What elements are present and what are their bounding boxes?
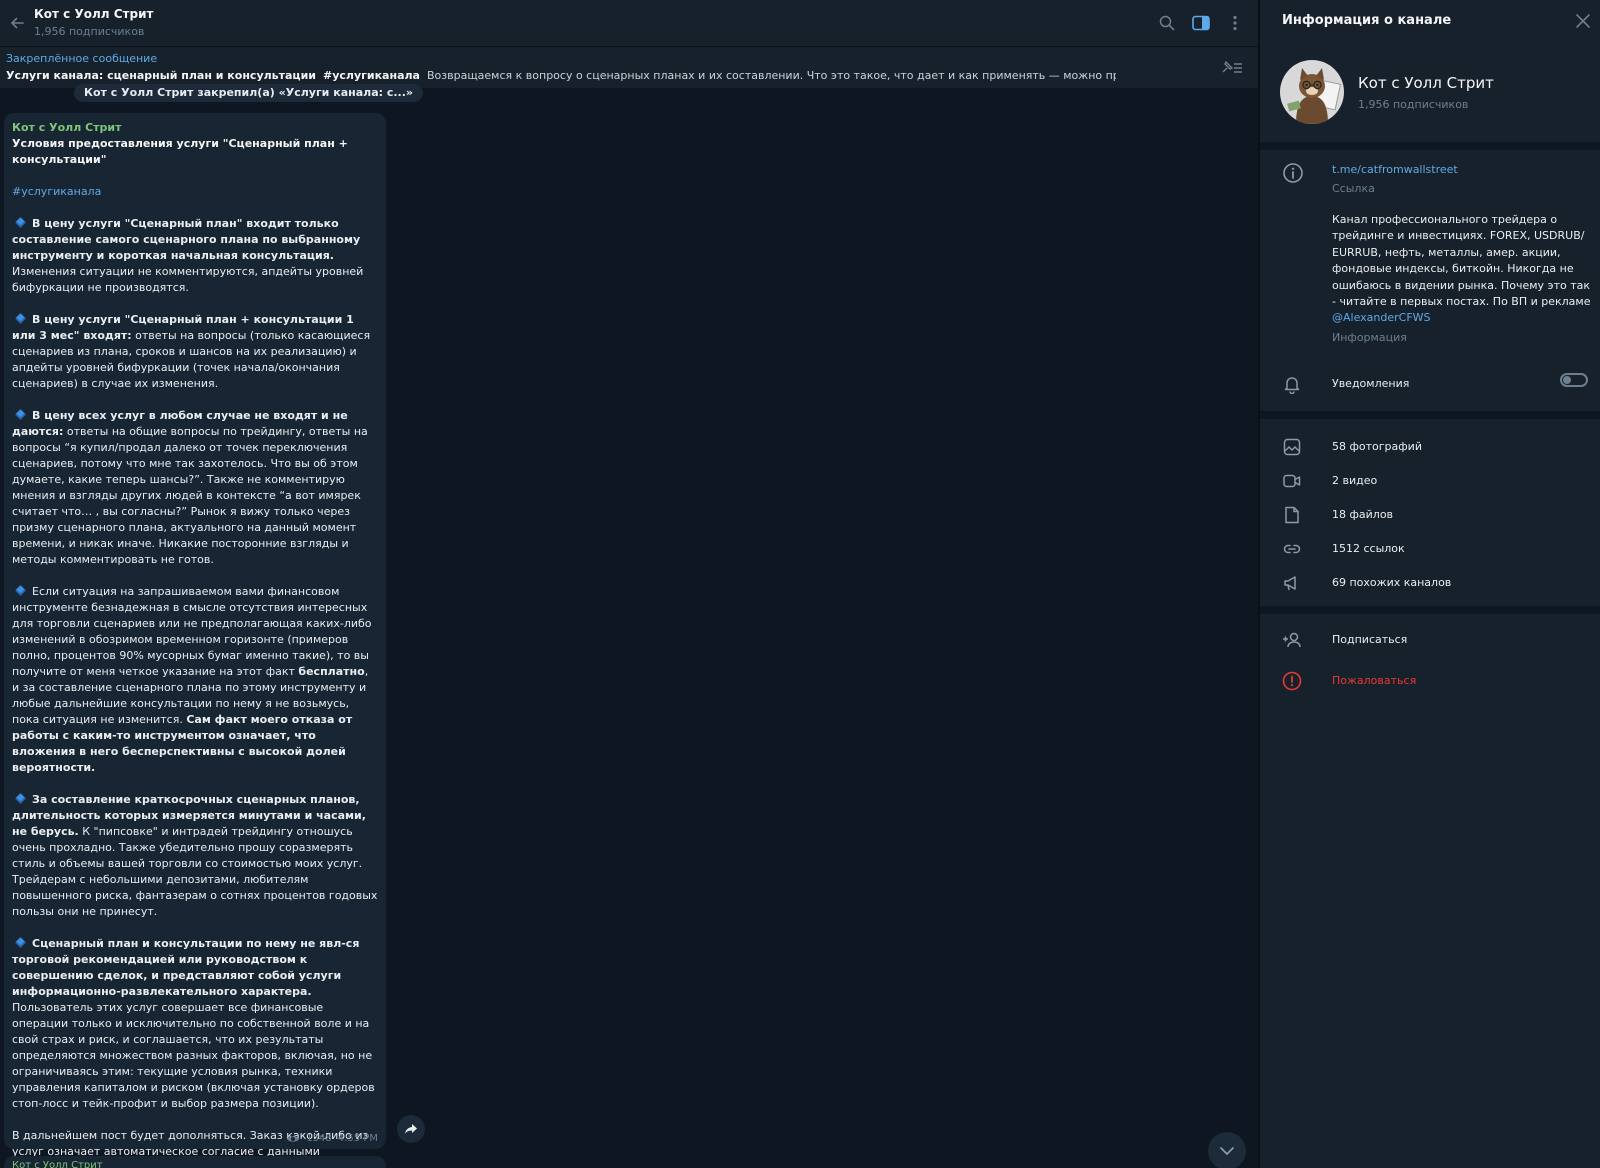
avatar[interactable]: [1280, 60, 1344, 124]
search-icon: [1159, 15, 1175, 31]
blue-diamond-icon: [15, 937, 26, 948]
description-mention[interactable]: @AlexanderCFWS: [1332, 311, 1431, 324]
panel-title: Информация о канале: [1282, 13, 1452, 28]
channel-description: Канал профессионального трейдера о трейд…: [1332, 212, 1592, 327]
notifications-row[interactable]: Уведомления: [1260, 371, 1600, 405]
next-message-bubble[interactable]: Кот с Уолл Стрит: [4, 1156, 386, 1168]
message-time: 4:55 PM: [337, 1133, 378, 1144]
message-paragraph: В цену всех услуг в любом случае не вход…: [12, 409, 368, 566]
pinned-list-button[interactable]: [1220, 58, 1244, 78]
more-vertical-icon: [1233, 15, 1237, 31]
subscribe-label: Подписаться: [1332, 633, 1408, 646]
description-text: Канал профессионального трейдера о трейд…: [1332, 213, 1591, 309]
section-separator: [1260, 606, 1600, 614]
media-label: 58 фотографий: [1332, 440, 1422, 453]
media-label: 18 файлов: [1332, 508, 1394, 521]
media-row-photos[interactable]: 58 фотографий: [1260, 430, 1600, 464]
media-label: 2 видео: [1332, 474, 1378, 487]
arrow-left-icon: [10, 17, 24, 29]
pinned-hashtag: #услугиканала: [323, 69, 420, 82]
more-button[interactable]: [1222, 10, 1248, 36]
media-label: 69 похожих каналов: [1332, 576, 1452, 589]
media-row-files[interactable]: 18 файлов: [1260, 498, 1600, 532]
info-label: Информация: [1332, 331, 1407, 344]
blue-diamond-icon: [15, 313, 26, 324]
message-paragraph: Если ситуация на запрашиваемом вами фина…: [12, 585, 372, 774]
message-author[interactable]: Кот с Уолл Стрит: [12, 120, 378, 136]
blue-diamond-icon: [15, 585, 26, 596]
chat-subtitle: 1,956 подписчиков: [34, 25, 145, 38]
service-message[interactable]: Кот с Уолл Стрит закрепил(а) «Услуги кан…: [74, 84, 424, 102]
chat-area: Кот с Уолл Стрит 1,956 подписчиков Закре…: [0, 0, 1258, 1168]
message-body: #услугиканала В цену услуги "Сценарный п…: [12, 184, 378, 1168]
telegram-window: Кот с Уолл Стрит 1,956 подписчиков Закре…: [0, 0, 1600, 1168]
media-row-videos[interactable]: 2 видео: [1260, 464, 1600, 498]
back-button[interactable]: [2, 3, 32, 43]
message-hashtag[interactable]: #услугиканала: [12, 185, 101, 198]
file-icon: [1285, 506, 1299, 524]
report-row[interactable]: Пожаловаться: [1260, 664, 1600, 698]
notifications-toggle[interactable]: [1560, 373, 1588, 387]
message-paragraph: Сценарный план и консультации по нему не…: [12, 937, 375, 1110]
channel-name: Кот с Уолл Стрит: [1358, 74, 1494, 92]
message-meta: 1548 4:55 PM: [286, 1133, 378, 1144]
toggle-knob: [1563, 376, 1571, 384]
chat-header: Кот с Уолл Стрит 1,956 подписчиков: [0, 0, 1258, 46]
share-arrow-icon: [405, 1124, 417, 1134]
chat-title-block[interactable]: Кот с Уолл Стрит 1,956 подписчиков: [34, 6, 153, 40]
report-label: Пожаловаться: [1332, 674, 1417, 687]
forward-button[interactable]: [397, 1115, 425, 1143]
chat-title: Кот с Уолл Стрит: [34, 7, 154, 21]
blue-diamond-icon: [15, 217, 26, 228]
video-icon: [1283, 474, 1301, 488]
blue-diamond-icon: [15, 409, 26, 420]
scroll-down-button[interactable]: [1208, 1132, 1246, 1168]
pinned-title: Услуги канала: сценарный план и консульт…: [6, 69, 316, 82]
photo-icon: [1283, 438, 1301, 456]
cat-avatar-icon: [1280, 60, 1344, 124]
eye-icon: [287, 1135, 300, 1142]
pinned-message-bar[interactable]: Закреплённое сообщение Услуги канала: сц…: [0, 46, 1258, 88]
close-panel-button[interactable]: [1574, 12, 1592, 30]
pinned-label: Закреплённое сообщение: [6, 52, 158, 65]
header-actions: [1154, 10, 1248, 36]
channel-subscribers: 1,956 подписчиков: [1358, 98, 1469, 111]
next-message-author: Кот с Уолл Стрит: [12, 1160, 103, 1168]
pinned-preview-text: Возвращаемся к вопросу о сценарных плана…: [426, 69, 1116, 82]
pin-list-icon: [1222, 60, 1242, 73]
media-row-links[interactable]: 1512 ссылок: [1260, 532, 1600, 566]
link-label: Ссылка: [1332, 182, 1375, 195]
panel-header: Информация о канале: [1260, 0, 1600, 42]
message-bubble[interactable]: Кот с Уолл Стрит Условия предоставления …: [4, 113, 386, 1168]
link-icon: [1283, 544, 1301, 554]
sidebar-icon: [1192, 15, 1210, 31]
chevron-down-icon: [1220, 1147, 1234, 1156]
add-user-icon: [1283, 632, 1301, 648]
message-paragraph: За составление краткосрочных сценарных п…: [12, 793, 378, 918]
close-icon: [1576, 14, 1590, 28]
search-button[interactable]: [1154, 10, 1180, 36]
report-icon: [1282, 671, 1302, 691]
subscribe-row[interactable]: Подписаться: [1260, 623, 1600, 657]
channel-profile: Кот с Уолл Стрит 1,956 подписчиков: [1260, 52, 1600, 142]
pinned-preview: Услуги канала: сценарный план и консульт…: [6, 69, 1116, 83]
message-views: 1548: [306, 1133, 332, 1144]
message-title: Условия предоставления услуги "Сценарный…: [12, 137, 348, 166]
channel-info-panel: Информация о канале Кот с Уолл Стрит 1,9…: [1260, 0, 1600, 1168]
message-paragraph: В цену услуги "Сценарный план" входит то…: [12, 217, 364, 294]
info-icon: [1283, 163, 1303, 183]
message-paragraph: В цену услуги "Сценарный план + консульт…: [12, 313, 371, 390]
notifications-label: Уведомления: [1332, 377, 1410, 390]
section-separator: [1260, 411, 1600, 419]
blue-diamond-icon: [15, 793, 26, 804]
megaphone-icon: [1284, 576, 1296, 591]
media-row-similar[interactable]: 69 похожих каналов: [1260, 566, 1600, 600]
channel-link[interactable]: t.me/catfromwallstreet: [1332, 163, 1458, 176]
section-separator: [1260, 142, 1600, 150]
media-label: 1512 ссылок: [1332, 542, 1405, 555]
bell-icon: [1284, 377, 1300, 394]
toggle-sidebar-button[interactable]: [1188, 10, 1214, 36]
